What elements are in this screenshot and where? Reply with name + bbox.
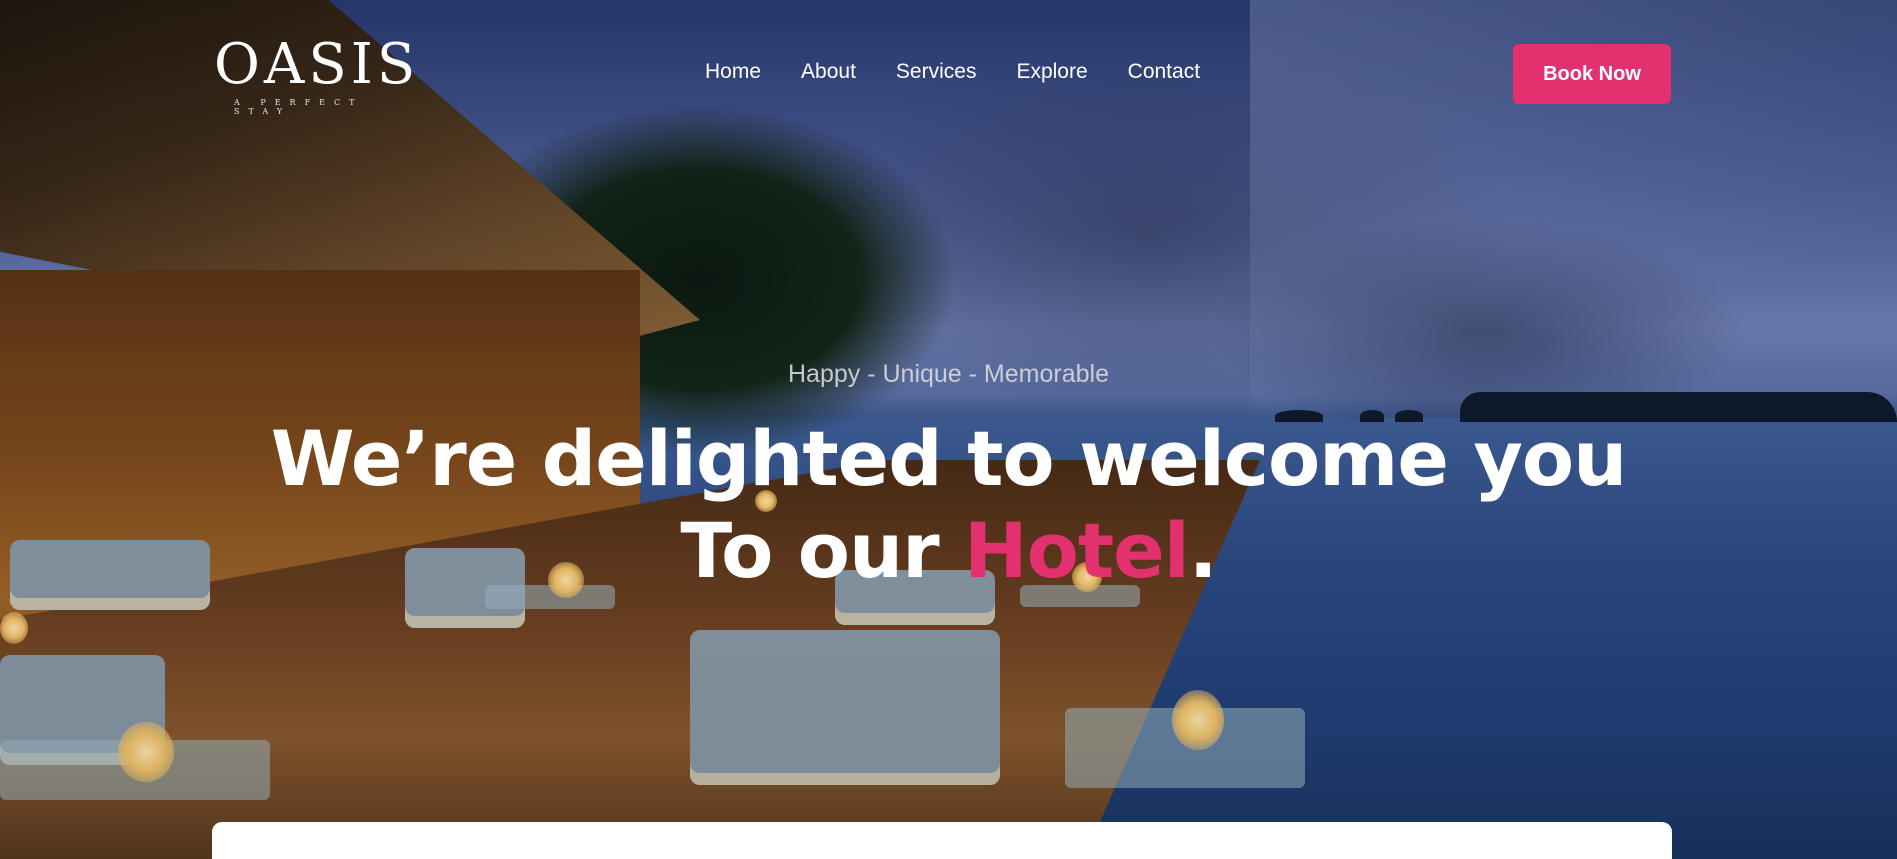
nav-item-home[interactable]: Home — [705, 60, 761, 84]
headline-line-2: To our Hotel. — [0, 505, 1897, 597]
logo-wordmark: OASIS — [214, 32, 420, 97]
logo-tagline: A PERFECT STAY — [234, 98, 364, 116]
hero-subtitle: Happy - Unique - Memorable — [788, 360, 1109, 388]
book-now-button[interactable]: Book Now — [1513, 44, 1671, 104]
nav-item-explore[interactable]: Explore — [1016, 60, 1087, 84]
main-nav: Home About Services Explore Contact — [705, 60, 1240, 84]
headline-accent: Hotel — [964, 506, 1190, 595]
nav-item-about[interactable]: About — [801, 60, 856, 84]
headline-prefix: To our — [680, 506, 965, 595]
hero-headline: We’re delighted to welcome you To our Ho… — [0, 413, 1897, 597]
headline-line-1: We’re delighted to welcome you — [270, 414, 1627, 503]
headline-suffix: . — [1188, 506, 1218, 595]
nav-item-services[interactable]: Services — [896, 60, 977, 84]
booking-card — [212, 822, 1672, 859]
brand-logo[interactable]: OASIS A PERFECT STAY — [214, 32, 420, 117]
nav-item-contact[interactable]: Contact — [1128, 60, 1200, 84]
